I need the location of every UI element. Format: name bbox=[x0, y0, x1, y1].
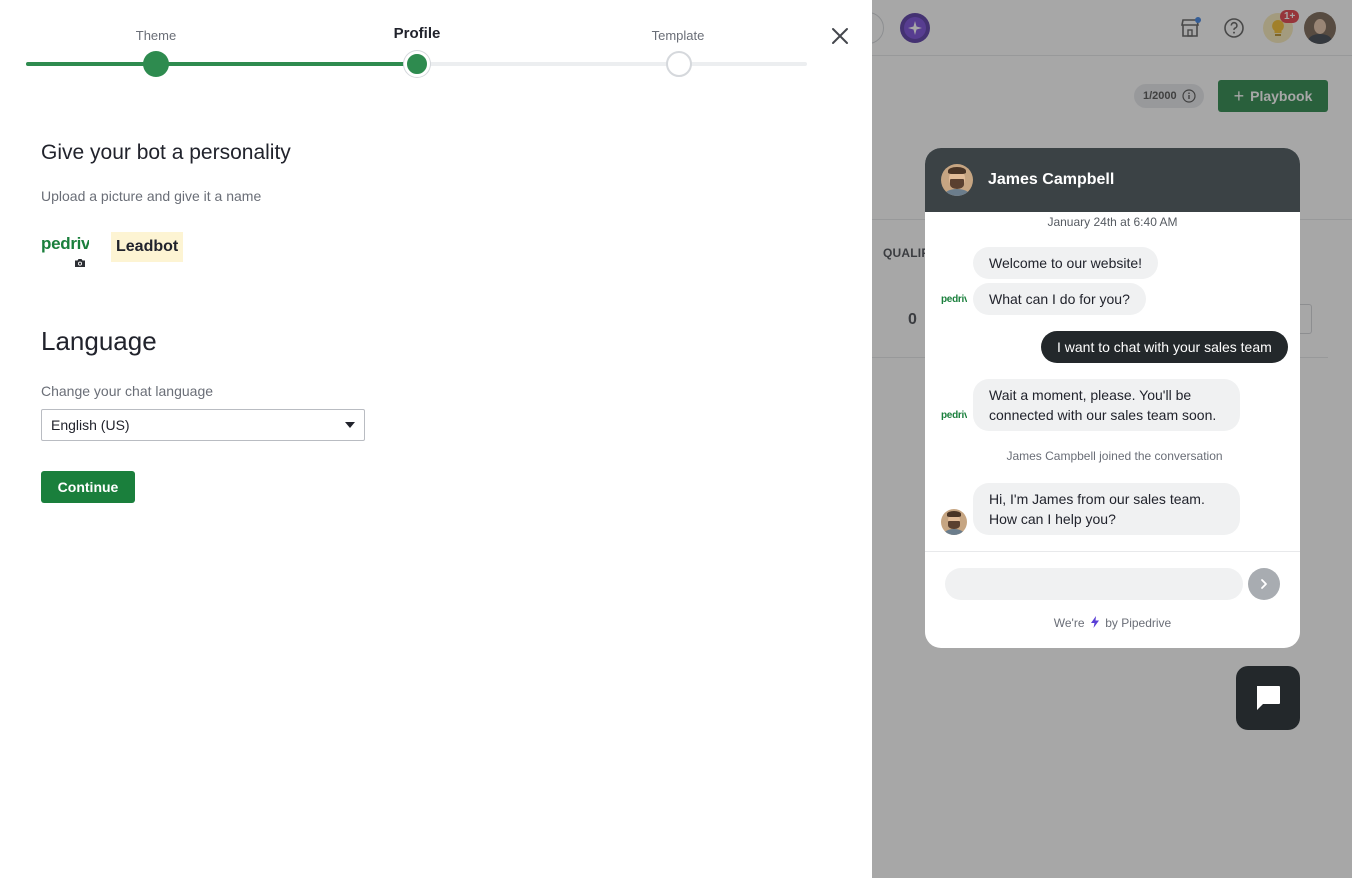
camera-button[interactable] bbox=[69, 253, 91, 273]
step-dot-template[interactable] bbox=[666, 51, 692, 77]
language-title: Language bbox=[41, 326, 157, 356]
agent-name: James Campbell bbox=[988, 171, 1115, 188]
divider bbox=[925, 551, 1300, 552]
agent-avatar bbox=[941, 509, 967, 535]
bot-logo: pedriv bbox=[941, 410, 967, 421]
step-dot-theme[interactable] bbox=[143, 51, 169, 77]
chat-launcher-button[interactable] bbox=[1236, 666, 1300, 730]
bot-logo: pedriv bbox=[941, 294, 967, 305]
personality-title: Give your bot a personality bbox=[41, 141, 291, 164]
caret-down-icon bbox=[345, 422, 355, 428]
chatbot-setup-panel: Theme Profile Template Give your bot a p… bbox=[0, 0, 872, 878]
chat-date: January 24th at 6:40 AM bbox=[1047, 215, 1178, 229]
language-label: Change your chat language bbox=[41, 383, 214, 399]
bot-avatar-upload[interactable]: pedriv bbox=[41, 232, 91, 273]
bot-name-field[interactable]: Leadbot bbox=[111, 232, 184, 262]
personality-subtitle: Upload a picture and give it a name bbox=[41, 188, 262, 204]
step-label-template[interactable]: Template bbox=[652, 28, 705, 43]
powered-by: We're by Pipedrive bbox=[925, 616, 1300, 630]
powered-suffix: by Pipedrive bbox=[1105, 616, 1172, 630]
chat-widget-preview: James Campbell January 24th at 6:40 AM W… bbox=[925, 148, 1300, 648]
agent-avatar bbox=[941, 164, 973, 196]
continue-button[interactable]: Continue bbox=[41, 471, 135, 503]
step-label-profile[interactable]: Profile bbox=[394, 25, 441, 42]
chevron-right-icon bbox=[1261, 579, 1267, 589]
step-label-theme[interactable]: Theme bbox=[136, 28, 176, 43]
progress-fill bbox=[26, 62, 418, 66]
chat-header: James Campbell bbox=[925, 148, 1300, 212]
send-button[interactable] bbox=[1248, 568, 1280, 600]
close-button[interactable] bbox=[828, 24, 852, 48]
joined-notice: James Campbell joined the conversation bbox=[1006, 449, 1223, 463]
chat-message-bot: Welcome to our website! bbox=[973, 247, 1159, 279]
step-dot-profile[interactable] bbox=[404, 51, 430, 77]
language-select-value: English (US) bbox=[51, 417, 130, 433]
lightning-icon bbox=[1090, 616, 1099, 628]
chat-message-bot: What can I do for you? bbox=[973, 283, 1146, 315]
chat-message-input[interactable] bbox=[945, 568, 1243, 600]
chat-message-bot: Wait a moment, please. You'll be connect… bbox=[973, 379, 1240, 431]
language-select[interactable]: English (US) bbox=[41, 409, 365, 441]
close-icon bbox=[832, 28, 848, 44]
chat-bubble-icon bbox=[1257, 686, 1280, 710]
chat-message-agent: Hi, I'm James from our sales team. How c… bbox=[973, 483, 1240, 535]
bot-logo: pedriv bbox=[41, 234, 89, 253]
camera-icon bbox=[75, 259, 85, 267]
powered-prefix: We're bbox=[1053, 616, 1085, 630]
chat-message-user: I want to chat with your sales team bbox=[1041, 331, 1288, 363]
